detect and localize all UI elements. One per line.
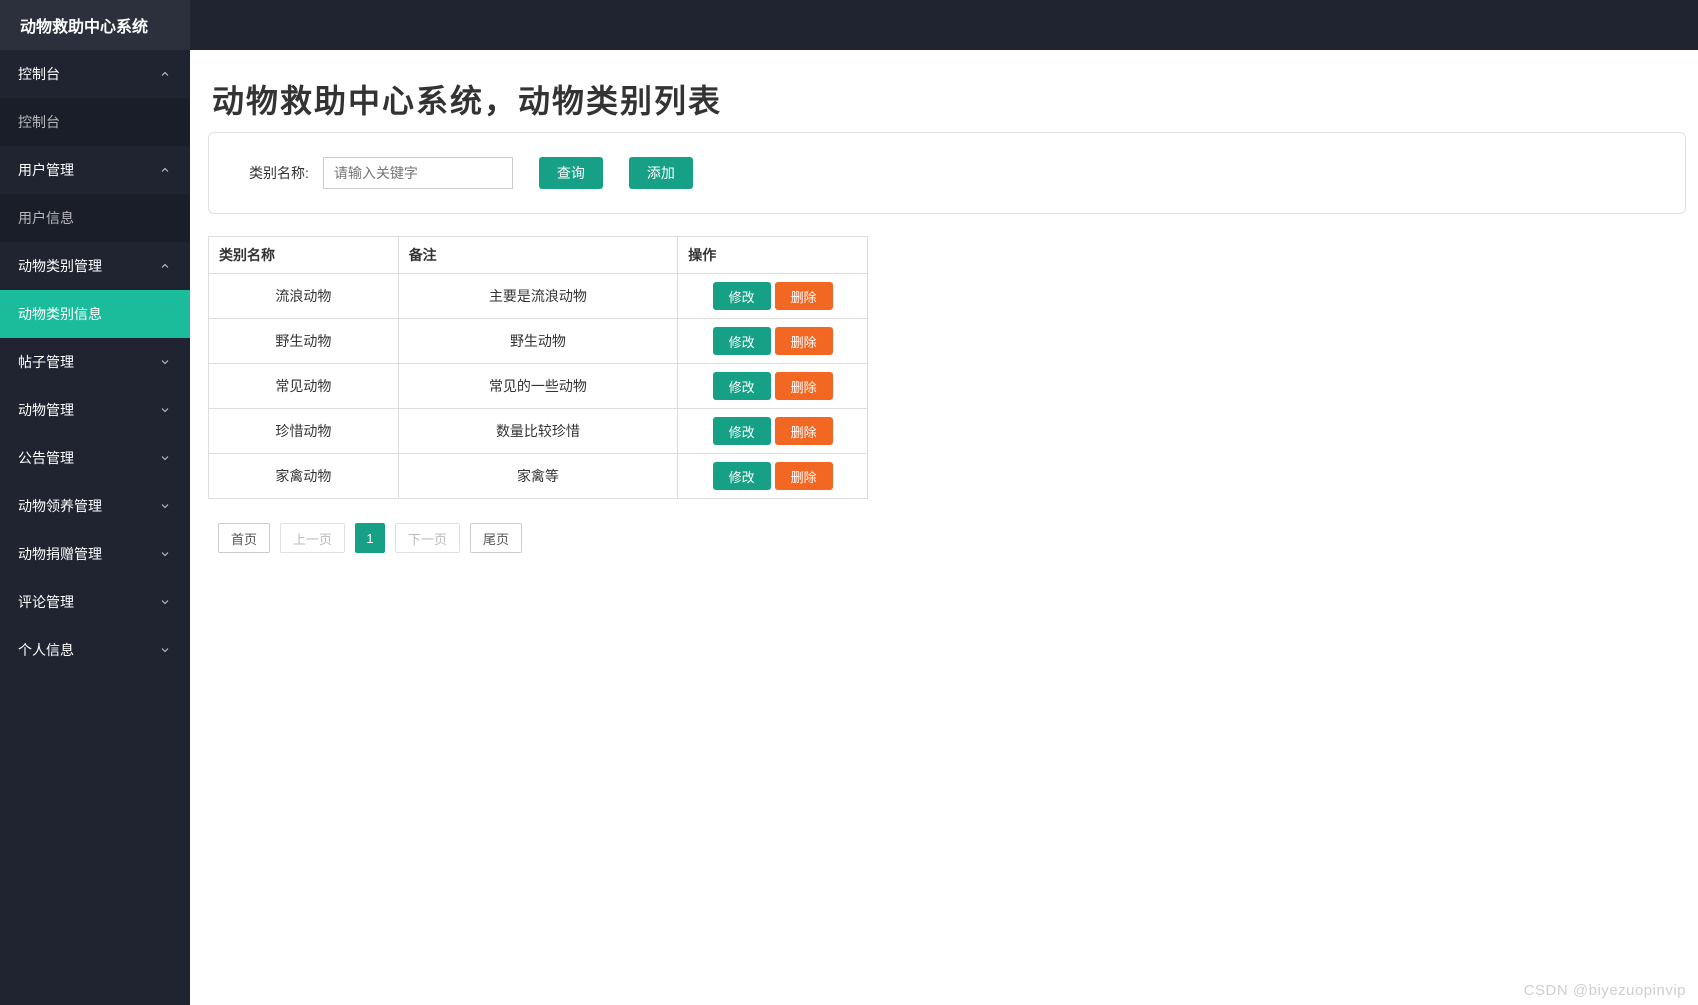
sidebar-group-label: 动物捐赠管理 [18, 544, 102, 564]
search-label: 类别名称: [249, 163, 309, 183]
cell-op: 修改删除 [678, 409, 868, 454]
edit-button[interactable]: 修改 [713, 417, 771, 445]
cell-op: 修改删除 [678, 319, 868, 364]
edit-button[interactable]: 修改 [713, 462, 771, 490]
cell-name: 流浪动物 [209, 274, 399, 319]
pagination: 首页 上一页 1 下一页 尾页 [208, 523, 1686, 553]
sidebar: 控制台 控制台 用户管理 用户信息 动物类别管理 动物类别信息 [0, 50, 190, 1005]
chevron-up-icon [158, 67, 172, 81]
cell-name: 家禽动物 [209, 454, 399, 499]
delete-button[interactable]: 删除 [775, 372, 833, 400]
page-first-button[interactable]: 首页 [218, 523, 270, 553]
col-header-note: 备注 [398, 237, 678, 274]
edit-button[interactable]: 修改 [713, 282, 771, 310]
table-row: 流浪动物主要是流浪动物修改删除 [209, 274, 868, 319]
sidebar-item-animal-category-info[interactable]: 动物类别信息 [0, 290, 190, 338]
cell-name: 常见动物 [209, 364, 399, 409]
cell-op: 修改删除 [678, 364, 868, 409]
chevron-up-icon [158, 163, 172, 177]
chevron-down-icon [158, 403, 172, 417]
table-header-row: 类别名称 备注 操作 [209, 237, 868, 274]
sidebar-group-user[interactable]: 用户管理 [0, 146, 190, 194]
cell-name: 珍惜动物 [209, 409, 399, 454]
table-row: 珍惜动物数量比较珍惜修改删除 [209, 409, 868, 454]
brand-title: 动物救助中心系统 [0, 0, 190, 50]
delete-button[interactable]: 删除 [775, 282, 833, 310]
cell-op: 修改删除 [678, 454, 868, 499]
sidebar-item-console[interactable]: 控制台 [0, 98, 190, 146]
cell-name: 野生动物 [209, 319, 399, 364]
cell-note: 家禽等 [398, 454, 678, 499]
page-prev-button[interactable]: 上一页 [280, 523, 345, 553]
edit-button[interactable]: 修改 [713, 327, 771, 355]
page-title: 动物救助中心系统，动物类别列表 [212, 76, 1686, 122]
sidebar-item-label: 动物类别信息 [18, 304, 102, 324]
col-header-op: 操作 [678, 237, 868, 274]
chevron-down-icon [158, 355, 172, 369]
sidebar-group-post[interactable]: 帖子管理 [0, 338, 190, 386]
sidebar-item-user-info[interactable]: 用户信息 [0, 194, 190, 242]
search-input[interactable] [323, 157, 513, 189]
query-button[interactable]: 查询 [539, 157, 603, 189]
sidebar-group-animal[interactable]: 动物管理 [0, 386, 190, 434]
sidebar-group-label: 评论管理 [18, 592, 74, 612]
cell-note: 野生动物 [398, 319, 678, 364]
edit-button[interactable]: 修改 [713, 372, 771, 400]
cell-note: 主要是流浪动物 [398, 274, 678, 319]
category-table: 类别名称 备注 操作 流浪动物主要是流浪动物修改删除野生动物野生动物修改删除常见… [208, 236, 868, 499]
sidebar-group-donate[interactable]: 动物捐赠管理 [0, 530, 190, 578]
cell-note: 常见的一些动物 [398, 364, 678, 409]
add-button[interactable]: 添加 [629, 157, 693, 189]
chevron-down-icon [158, 499, 172, 513]
cell-note: 数量比较珍惜 [398, 409, 678, 454]
sidebar-group-console[interactable]: 控制台 [0, 50, 190, 98]
col-header-name: 类别名称 [209, 237, 399, 274]
sidebar-group-profile[interactable]: 个人信息 [0, 626, 190, 674]
page-last-button[interactable]: 尾页 [470, 523, 522, 553]
table-row: 野生动物野生动物修改删除 [209, 319, 868, 364]
cell-op: 修改删除 [678, 274, 868, 319]
sidebar-group-label: 动物领养管理 [18, 496, 102, 516]
sidebar-group-label: 控制台 [18, 64, 60, 84]
topbar: 动物救助中心系统 [0, 0, 1698, 50]
main-content: 动物救助中心系统，动物类别列表 类别名称: 查询 添加 类别名称 备注 操作 流… [190, 50, 1698, 1005]
chevron-up-icon [158, 259, 172, 273]
sidebar-item-label: 控制台 [18, 112, 60, 132]
sidebar-item-label: 用户信息 [18, 208, 74, 228]
sidebar-group-label: 用户管理 [18, 160, 74, 180]
sidebar-group-label: 动物管理 [18, 400, 74, 420]
sidebar-group-label: 公告管理 [18, 448, 74, 468]
sidebar-group-notice[interactable]: 公告管理 [0, 434, 190, 482]
delete-button[interactable]: 删除 [775, 327, 833, 355]
chevron-down-icon [158, 547, 172, 561]
chevron-down-icon [158, 595, 172, 609]
delete-button[interactable]: 删除 [775, 462, 833, 490]
sidebar-group-label: 动物类别管理 [18, 256, 102, 276]
chevron-down-icon [158, 643, 172, 657]
sidebar-group-comment[interactable]: 评论管理 [0, 578, 190, 626]
sidebar-group-label: 个人信息 [18, 640, 74, 660]
sidebar-group-label: 帖子管理 [18, 352, 74, 372]
page-number-button[interactable]: 1 [355, 523, 385, 553]
search-panel: 类别名称: 查询 添加 [208, 132, 1686, 214]
delete-button[interactable]: 删除 [775, 417, 833, 445]
chevron-down-icon [158, 451, 172, 465]
sidebar-group-adopt[interactable]: 动物领养管理 [0, 482, 190, 530]
table-row: 常见动物常见的一些动物修改删除 [209, 364, 868, 409]
page-next-button[interactable]: 下一页 [395, 523, 460, 553]
sidebar-group-animal-category[interactable]: 动物类别管理 [0, 242, 190, 290]
table-row: 家禽动物家禽等修改删除 [209, 454, 868, 499]
